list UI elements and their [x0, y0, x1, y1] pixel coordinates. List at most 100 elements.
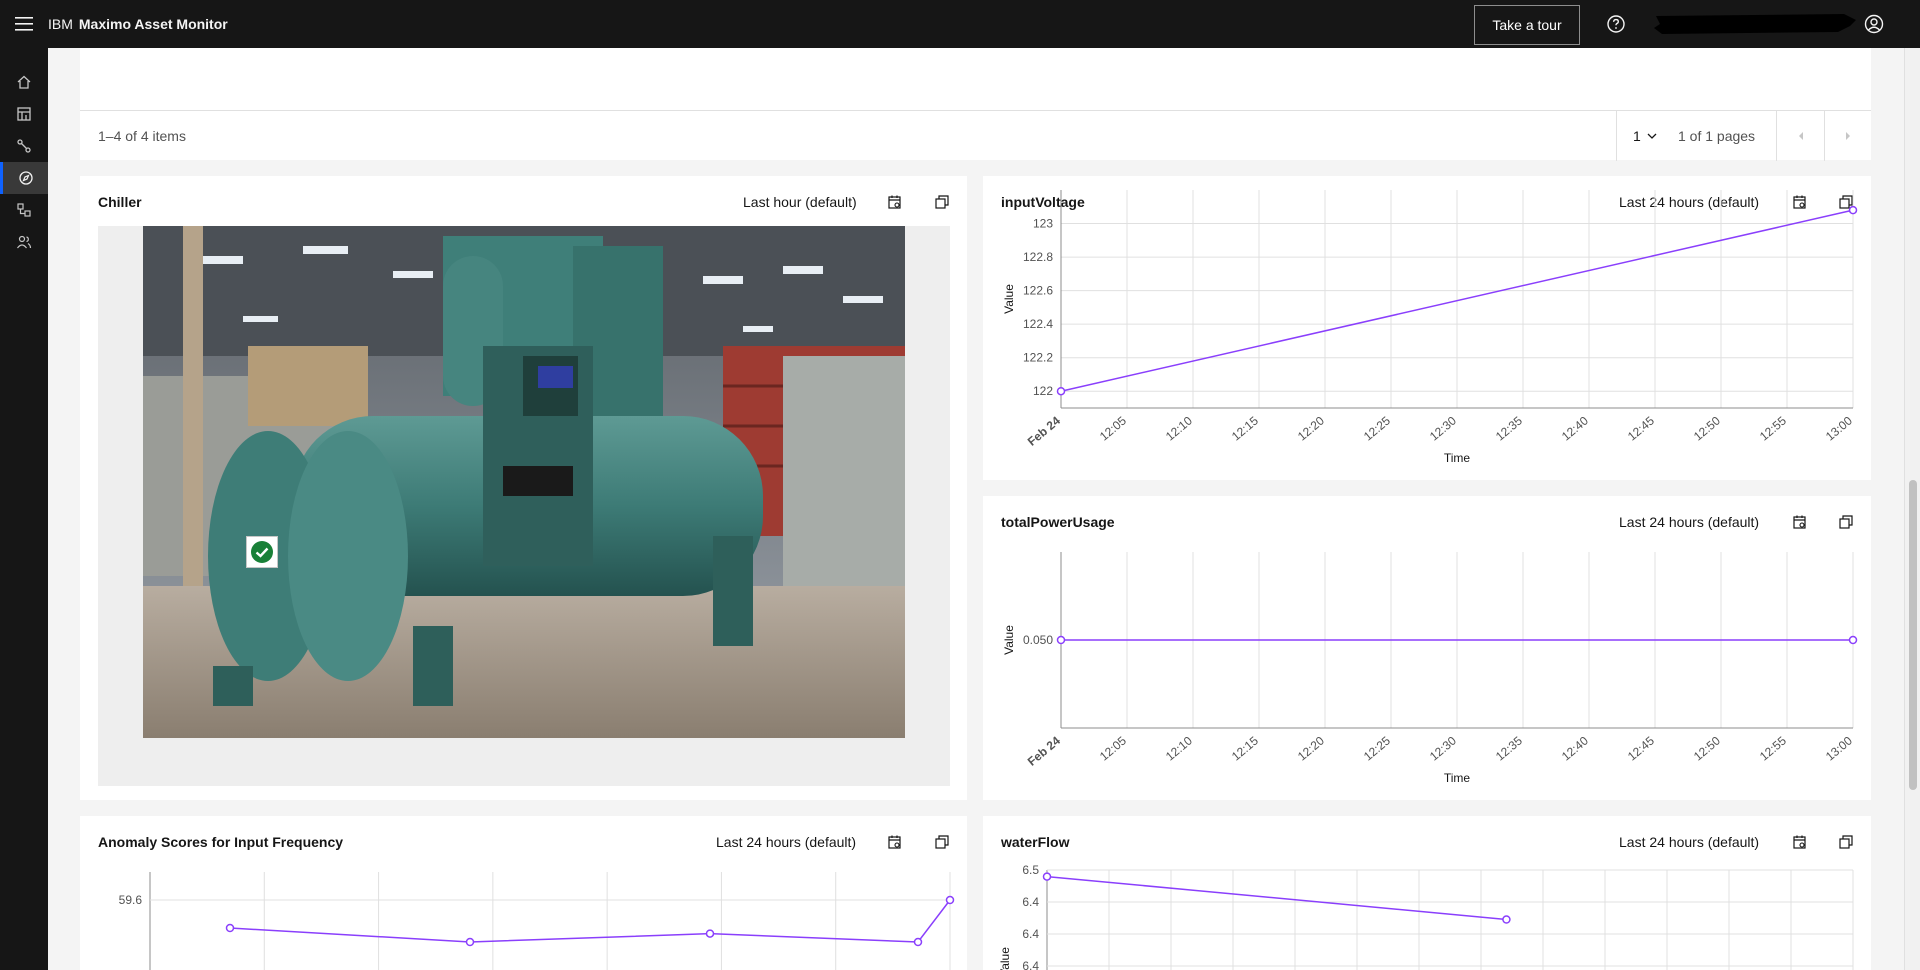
y-axis-label: Value — [1002, 284, 1016, 314]
hamburger-menu-icon[interactable] — [0, 0, 48, 48]
chevron-down-icon — [1647, 133, 1657, 139]
scroll-thumb[interactable] — [1909, 480, 1917, 790]
y-tick-label: 6.4 — [1022, 895, 1039, 909]
y-tick-label: 59.6 — [119, 893, 143, 907]
status-check-icon[interactable] — [246, 536, 278, 568]
help-icon[interactable] — [1604, 12, 1628, 36]
page-select-value: 1 — [1633, 128, 1641, 144]
x-tick-label: 12:25 — [1361, 733, 1393, 763]
y-tick-label: 123 — [1033, 217, 1053, 231]
items-count: 1–4 of 4 items — [98, 127, 186, 144]
x-tick-label: 12:20 — [1295, 413, 1327, 443]
dashboard-icon[interactable] — [0, 98, 48, 130]
x-tick-label: 12:15 — [1229, 413, 1261, 443]
water-flow-chart: 6.5 6.4 6.4 6.4 Value — [998, 863, 1854, 970]
date-settings-icon[interactable] — [885, 192, 905, 212]
chiller-card: Chiller Last hour (default) — [80, 176, 967, 800]
data-point — [945, 895, 955, 905]
y-tick-label: 0.050 — [1023, 633, 1053, 647]
x-tick-label: Feb 24 — [1025, 733, 1063, 768]
data-point — [1502, 915, 1511, 924]
x-tick-label: 12:45 — [1625, 733, 1657, 763]
total-power-usage-chart: 0.050 Feb 24 12:05 12:10 12:15 12:20 12:25 12:3… — [1002, 552, 1858, 785]
data-point — [1848, 205, 1858, 215]
y-tick-label: 122.2 — [1023, 351, 1053, 365]
redacted-user-name — [1654, 12, 1858, 36]
x-tick-label: 12:35 — [1493, 733, 1525, 763]
y-tick-label: 6.4 — [1022, 927, 1039, 941]
expand-icon[interactable] — [932, 192, 952, 212]
data-point — [1042, 872, 1052, 881]
data-point — [225, 923, 235, 933]
series-line — [1046, 875, 1507, 921]
y-axis-label: Value — [998, 947, 1012, 970]
x-tick-label: 12:40 — [1559, 413, 1591, 443]
water-flow-card: waterFlow Last 24 hours (default) 6.5 6.4… — [983, 816, 1871, 970]
product-name[interactable]: IBM Maximo Asset Monitor — [48, 16, 228, 32]
graph-icon[interactable] — [0, 130, 48, 162]
x-tick-label: 12:10 — [1163, 733, 1195, 763]
top-header: IBM Maximo Asset Monitor Take a tour — [0, 0, 1920, 48]
time-range-selector[interactable]: Last hour (default) — [743, 194, 857, 210]
home-icon[interactable] — [0, 66, 48, 98]
data-point — [1056, 386, 1066, 396]
x-tick-label: 13:00 — [1823, 733, 1855, 763]
x-tick-label: 12:40 — [1559, 733, 1591, 763]
data-point — [913, 937, 923, 947]
x-axis-label: Time — [1444, 771, 1471, 785]
y-tick-label: 122.8 — [1023, 250, 1053, 264]
anomaly-scores-chart: 59.6 — [119, 872, 955, 970]
y-tick-label: 122.4 — [1023, 317, 1053, 331]
x-tick-label: 12:30 — [1427, 413, 1459, 443]
x-axis-label: Time — [1444, 451, 1471, 465]
device-table: 1–4 of 4 items 1 1 of 1 pages — [80, 48, 1871, 161]
x-tick-label: Feb 24 — [1025, 413, 1063, 448]
page-count: 1 of 1 pages — [1678, 127, 1756, 144]
anomaly-scores-card: Anomaly Scores for Input Frequency Last … — [80, 816, 967, 970]
x-tick-label: 12:50 — [1691, 413, 1723, 443]
hierarchy-icon[interactable] — [0, 194, 48, 226]
next-page-button[interactable] — [1824, 111, 1871, 161]
input-voltage-card: inputVoltage Last 24 hours (default) 122… — [983, 176, 1871, 480]
x-tick-label: 13:00 — [1823, 413, 1855, 443]
brand-name: Maximo Asset Monitor — [78, 16, 228, 32]
brand-prefix: IBM — [48, 16, 73, 32]
x-tick-label: 12:20 — [1295, 733, 1327, 763]
x-tick-label: 12:05 — [1097, 413, 1129, 443]
page-scrollbar[interactable] — [1904, 48, 1920, 970]
x-tick-label: 12:10 — [1163, 413, 1195, 443]
users-icon[interactable] — [0, 226, 48, 258]
data-point — [1056, 635, 1066, 645]
data-point — [465, 937, 475, 947]
table-pagination: 1–4 of 4 items 1 1 of 1 pages — [80, 110, 1871, 161]
card-title: Chiller — [98, 194, 142, 210]
y-tick-label: 122.6 — [1023, 284, 1053, 298]
y-tick-label: 6.5 — [1022, 863, 1039, 877]
y-tick-label: 122 — [1033, 384, 1053, 398]
total-power-usage-card: totalPowerUsage Last 24 hours (default) … — [983, 496, 1871, 800]
image-container — [98, 226, 950, 786]
take-a-tour-button[interactable]: Take a tour — [1474, 5, 1580, 45]
x-tick-label: 12:30 — [1427, 733, 1459, 763]
page-select[interactable]: 1 — [1616, 111, 1668, 161]
x-tick-label: 12:25 — [1361, 413, 1393, 443]
y-tick-label: 6.4 — [1022, 959, 1039, 970]
x-tick-label: 12:55 — [1757, 413, 1789, 443]
y-axis-label: Value — [1002, 625, 1016, 655]
x-tick-label: 12:15 — [1229, 733, 1261, 763]
side-navigation — [0, 48, 48, 970]
x-tick-label: 12:50 — [1691, 733, 1723, 763]
x-tick-label: 12:45 — [1625, 413, 1657, 443]
x-tick-label: 12:55 — [1757, 733, 1789, 763]
user-avatar-icon[interactable] — [1862, 12, 1886, 36]
caret-right-icon — [1846, 132, 1850, 140]
chiller-photo — [143, 226, 905, 738]
input-voltage-chart: 122 122.2 122.4 122.6 122.8 123 Feb 24 12:05 12:… — [1002, 190, 1858, 465]
data-point — [1848, 635, 1858, 645]
monitor-icon[interactable] — [0, 162, 48, 194]
series-line — [229, 899, 951, 943]
caret-left-icon — [1798, 132, 1803, 140]
previous-page-button[interactable] — [1776, 111, 1824, 161]
x-tick-label: 12:05 — [1097, 733, 1129, 763]
x-tick-label: 12:35 — [1493, 413, 1525, 443]
